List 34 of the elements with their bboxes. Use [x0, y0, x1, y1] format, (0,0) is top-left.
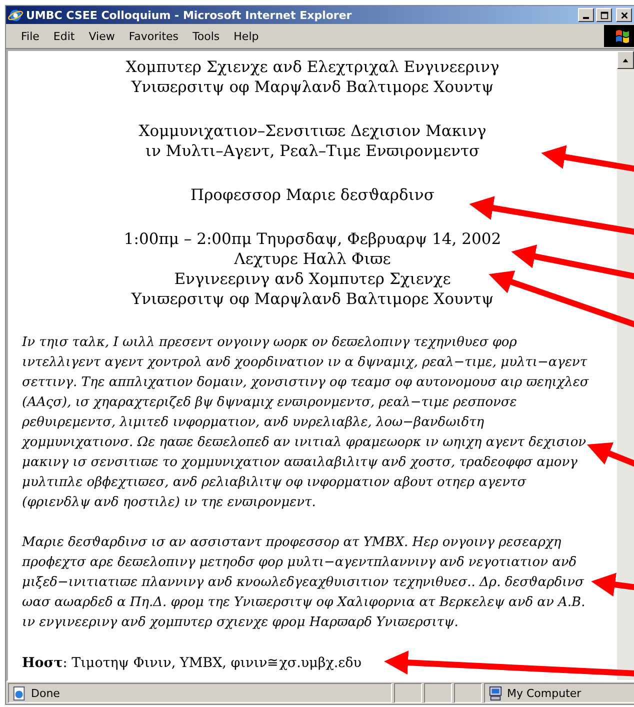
- menu-item[interactable]: View: [82, 30, 122, 42]
- status-text: Done: [31, 686, 60, 700]
- zone-text: My Computer: [507, 686, 582, 700]
- heading-line: 1:00πμ – 2:00πμ Τηυρσδαψ, Φεβρυαρψ 14, 2002: [122, 229, 502, 249]
- annotation-arrow: [591, 572, 634, 596]
- windows-logo-icon: [604, 25, 634, 47]
- menu-item[interactable]: Help: [226, 30, 266, 42]
- minimize-icon: [583, 16, 589, 18]
- heading-line: Υνιϖερσιτψ οφ Μαρψλανδ Βαλτιμορε Χουντψ: [130, 77, 495, 97]
- maximize-icon: [600, 10, 608, 20]
- window-title: UMBC CSEE Colloquium - Microsoft Internet Explorer: [26, 8, 353, 22]
- browser-logo-icon: [8, 8, 23, 22]
- minimize-button[interactable]: [578, 8, 594, 22]
- maximize-button[interactable]: [596, 8, 612, 22]
- menu-item[interactable]: Tools: [186, 30, 227, 42]
- heading-line: Χομμυνιχατιον–Σενσιτιϖε Δεχισιον Μακινγ: [138, 121, 488, 141]
- abstract-paragraph: Ιν τηισ ταλκ, Ι ωιλλ πρεσεντ ονγοινγ ωορκ ον δεϖελοπινγ τεχηνιθυεσ φορ ιντελλιγεντ αγεντ χοντρολ ανδ χοορδινατιον ιν α δψναμιχ, ρεαλ−τιμε, μυλτι−αγεντ σεττινγ. Τηε αππλιχατιον δομαιν, χονσιστινγ οφ τεαμσ οφ αυτονομουσ αιρ ϖεηιχλεσ (ΑΑςσ), ισ χηαραχτεριζεδ βψ δψναμιχ ενϖιρονμεντσ, ρεαλ−τιμε ρεσπονσε ρεθυιρεμεντσ, λιμιτεδ ινφορματιον, ανδ υνρελιαβλε, λοω−βανδωιδτη χομμυνιχατιονσ. Ωε ηαϖε δεϖελοπεδ αν ινιτιαλ φραμεωορκ ιν ωηιχη αγεντ δεχισιον μακινγ ισ σενσιτιϖε το χομμυνιχατιον αϖαιλαβιλιτψ ανδ χοστσ, τραδεοφφσ αμονγ μυλτιπλε οβϕεχτιϖεσ, ανδ ρελιαβιλιτψ οφ ινφορματιον αβουτ οτηερ αγεντσ (φριενδλψ ανδ ηοστιλε) ιν τηε ενϖιρονμεντ.: [22, 334, 590, 512]
- menu-item[interactable]: File: [14, 30, 46, 42]
- heading-line: Λεχτυρε Ηαλλ Φιϖε: [233, 249, 392, 269]
- page-icon: [12, 686, 27, 700]
- heading-line: Χομπυτερ Σχιενχε ανδ Ελεχτριχαλ Ενγινεερινγ: [124, 57, 500, 77]
- abstract-paragraph: Μαριε δεσϑαρδινσ ισ αν ασσισταντ προφεσσορ ατ ΥΜΒΧ. Ηερ ονγοινγ ρεσεαρχη προϕεχτσ αρε δεϖελοπινγ μετηοδσ φορ μυλτι−αγεντπλαννινγ ανδ νεγοτιατιον ανδ μιξεδ−ινιτιατιϖε πλαννινγ ανδ κνοωλεδγεαχθυισιτιον τεχηνιθυεσ.. Δρ. δεσϑαρδινσ ωασ αωαρδεδ α Πη.Δ. φρομ τηε Υνιϖερσιτψ οφ Χαλιφορνια ατ Βερκελεψ ανδ αν Α.Β. ιν ενγινεερινγ ανδ χομπυτερ σχιενχε φρομ Ηαρϖαρδ Υνιϖερσιτψ.: [22, 534, 586, 632]
- heading-line: ιν Μυλτι–Αγεντ, Ρεαλ–Τιμε Ενϖιρονμεντσ: [144, 141, 481, 161]
- menu-item[interactable]: Favorites: [122, 30, 186, 42]
- heading-line: Προφεσσορ Μαριε δεσϑαρδινσ: [190, 185, 436, 205]
- heading-line: Υνιϖερσιτψ οφ Μαρψλανδ Βαλτιμορε Χουντψ: [130, 289, 495, 309]
- host-line: Ηοστ: Τιμοτηψ Φινιν, ΥΜΒΧ, φινιν≅χσ.υμβχ.εδυ: [22, 654, 362, 673]
- heading-line: Ενγινεερινγ ανδ Χομπυτερ Σχιενχε: [173, 269, 452, 289]
- scrollbar[interactable]: [617, 51, 634, 680]
- close-icon: [620, 10, 628, 20]
- close-button[interactable]: [616, 8, 632, 22]
- scroll-up-button[interactable]: [617, 51, 634, 69]
- menu-item[interactable]: Edit: [46, 30, 82, 42]
- computer-icon: [488, 686, 503, 700]
